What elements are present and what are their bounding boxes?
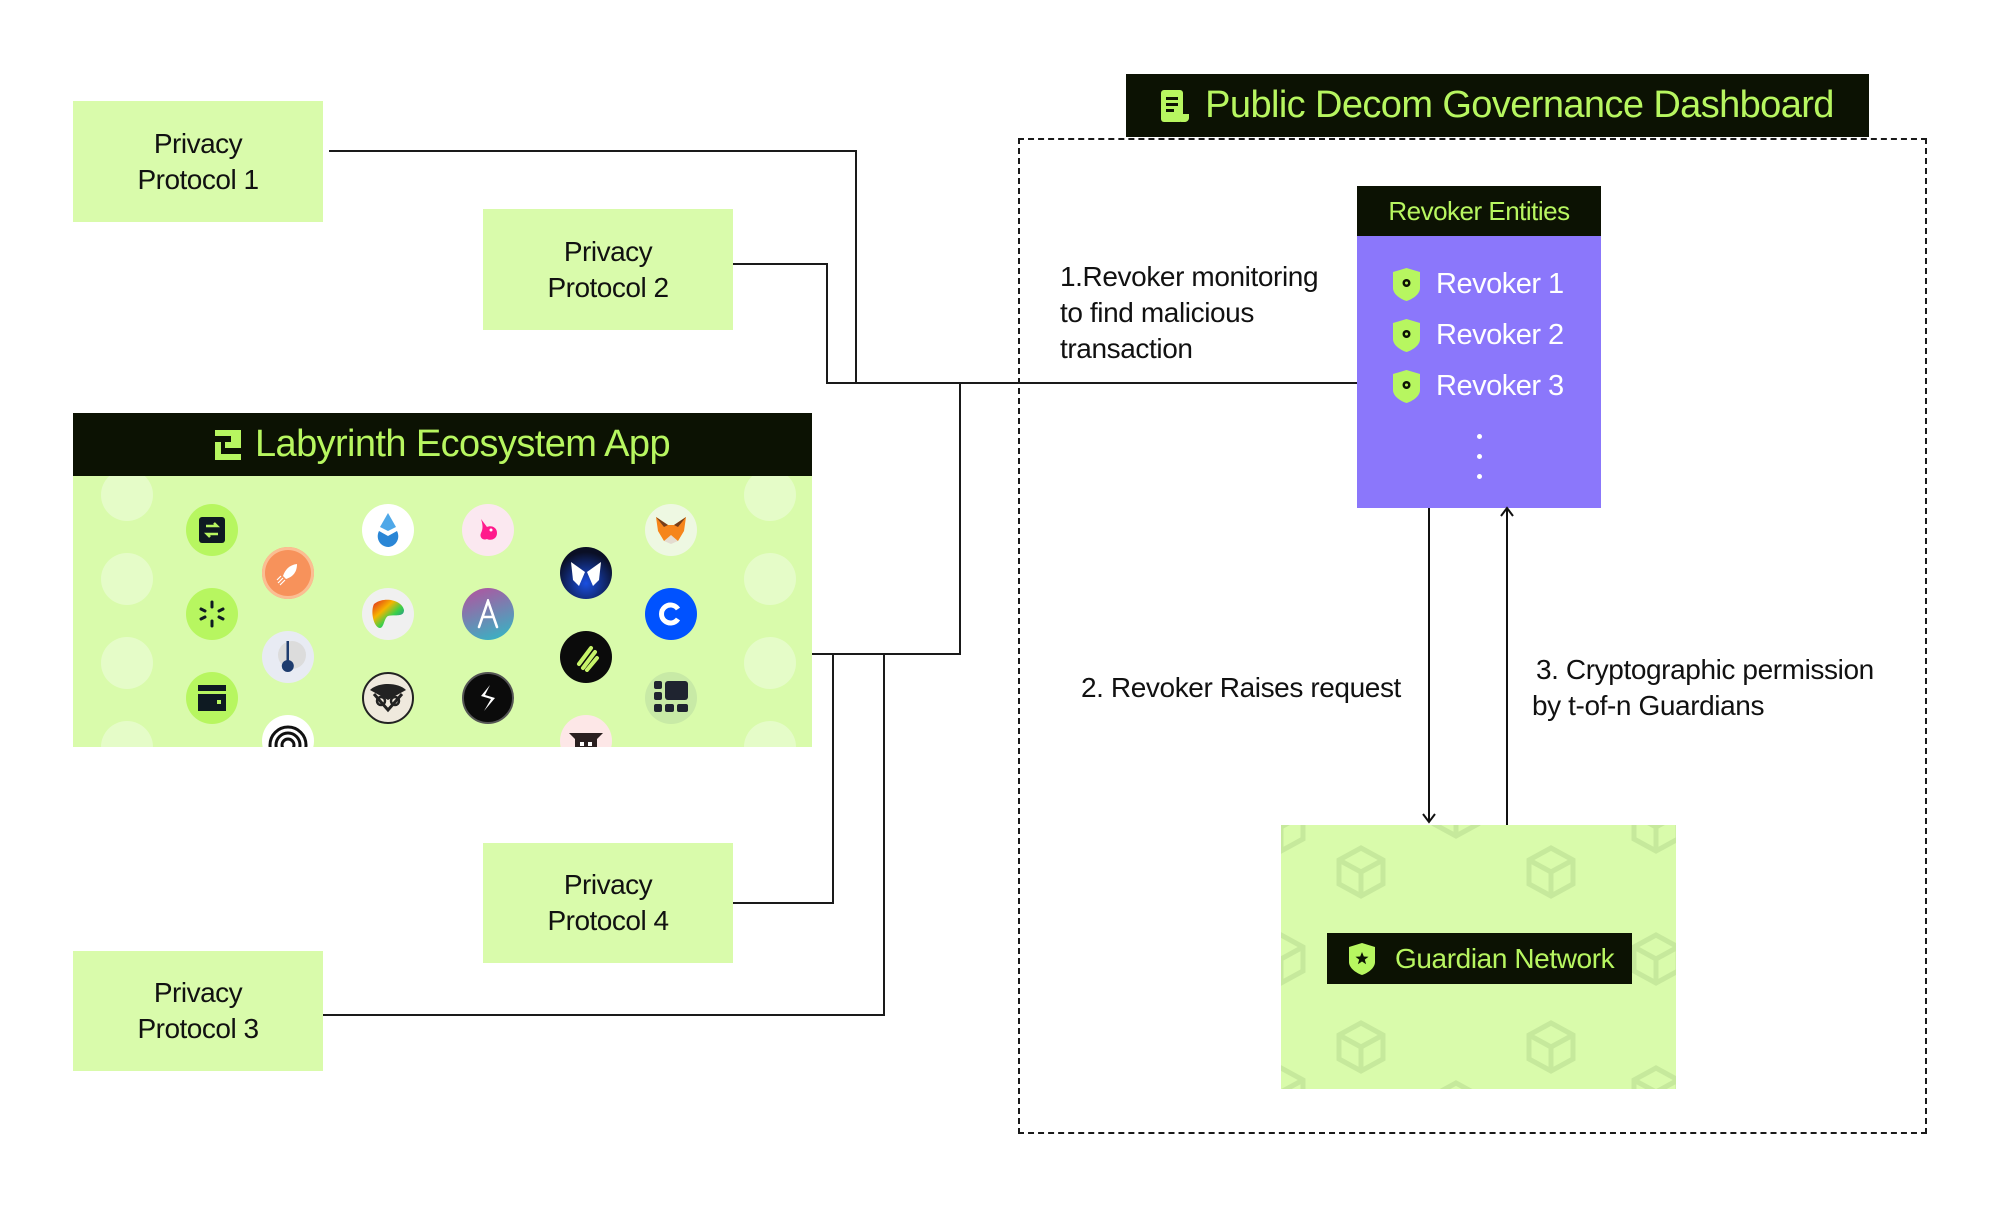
pp4-line1: Privacy xyxy=(563,869,653,900)
curve-icon[interactable] xyxy=(362,588,414,640)
connector-pp2-v xyxy=(826,263,828,384)
sparkle-icon[interactable] xyxy=(186,588,238,640)
aave-icon[interactable] xyxy=(462,588,514,640)
stack-icon[interactable] xyxy=(462,672,514,724)
document-icon xyxy=(1161,89,1190,122)
connector-pp3-h xyxy=(323,1014,885,1016)
bg-dot xyxy=(101,553,153,605)
guardian-title: Guardian Network xyxy=(1395,942,1615,974)
gnosis-owl-icon[interactable] xyxy=(362,672,414,724)
guardian-network: Guardian Network xyxy=(1281,825,1676,1089)
step1-label: 1.Revoker monitoring to find malicious t… xyxy=(1060,259,1319,367)
shield-eye-icon xyxy=(1393,318,1420,352)
grid-icon[interactable] xyxy=(645,672,697,724)
connector-pp3-v xyxy=(883,653,885,1016)
step1-line1: 1.Revoker monitoring xyxy=(1060,261,1319,292)
permission-arrow xyxy=(1500,506,1514,826)
revoker-item-3[interactable]: Revoker 3 xyxy=(1393,368,1564,404)
bg-dot xyxy=(744,721,796,747)
revoker-entities-title: Revoker Entities xyxy=(1388,195,1570,226)
butterfly-icon[interactable] xyxy=(560,547,612,599)
privacy-protocol-2: Privacy Protocol 2 xyxy=(483,209,733,330)
uniswap-icon[interactable] xyxy=(462,504,514,556)
connector-pp4-v xyxy=(832,653,834,904)
connector-pp4-h xyxy=(733,902,834,904)
bg-dot xyxy=(101,721,153,747)
pp3-line1: Privacy xyxy=(153,977,243,1008)
connector-pp2-h xyxy=(733,263,828,265)
step3-line2: by t-of-n Guardians xyxy=(1532,690,1765,721)
connector-labyrinth-v xyxy=(959,382,961,655)
bg-dot xyxy=(101,637,153,689)
bg-dot xyxy=(744,637,796,689)
step3-label: 3. Cryptographic permission by t-of-n Gu… xyxy=(1532,652,1874,724)
revoker-item-1[interactable]: Revoker 1 xyxy=(1393,266,1564,302)
dashboard-title-bar: Public Decom Governance Dashboard xyxy=(1126,74,1869,137)
revoker-label: Revoker 1 xyxy=(1436,267,1564,300)
swap-icon[interactable] xyxy=(186,504,238,556)
shield-eye-icon xyxy=(1393,267,1420,301)
labyrinth-header: Labyrinth Ecosystem App xyxy=(73,413,812,476)
privacy-protocol-4: Privacy Protocol 4 xyxy=(483,843,733,963)
bot-icon[interactable] xyxy=(560,715,612,747)
lido-icon[interactable] xyxy=(362,504,414,556)
step2-label: 2. Revoker Raises request xyxy=(1081,672,1401,703)
pp4-line2: Protocol 4 xyxy=(547,905,669,936)
connector-pp1-h xyxy=(329,150,857,152)
coinbase-icon[interactable] xyxy=(645,588,697,640)
pp2-line1: Privacy xyxy=(563,235,653,267)
bg-dot xyxy=(744,469,796,521)
pp2-line2: Protocol 2 xyxy=(547,271,669,303)
pp1-line1: Privacy xyxy=(153,127,243,159)
bg-dot xyxy=(744,553,796,605)
step1-line3: transaction xyxy=(1060,333,1193,364)
connector-labyrinth-h xyxy=(812,653,961,655)
wallet-icon[interactable] xyxy=(186,672,238,724)
revoker-label: Revoker 2 xyxy=(1436,318,1564,351)
guardian-network-label[interactable]: Guardian Network xyxy=(1327,933,1632,984)
shield-star-icon xyxy=(1349,942,1375,975)
revoker-item-2[interactable]: Revoker 2 xyxy=(1393,317,1564,353)
pp1-line2: Protocol 1 xyxy=(137,163,259,195)
ethena-icon[interactable] xyxy=(560,631,612,683)
pp3-line2: Protocol 3 xyxy=(137,1013,259,1044)
privacy-protocol-3: Privacy Protocol 3 xyxy=(73,951,323,1071)
connector-pp1-v xyxy=(855,150,857,384)
dashboard-title: Public Decom Governance Dashboard xyxy=(1205,84,1834,126)
shield-eye-icon xyxy=(1393,369,1420,403)
revoker-entities-list: Revoker 1 Revoker 2 Revoker 3 xyxy=(1357,236,1601,508)
metamask-icon[interactable] xyxy=(645,504,697,556)
rocket-icon[interactable] xyxy=(262,547,314,599)
step3-line1: 3. Cryptographic permission xyxy=(1536,654,1874,685)
labyrinth-title: Labyrinth Ecosystem App xyxy=(255,423,671,465)
bg-dot xyxy=(101,469,153,521)
spiral-icon[interactable] xyxy=(262,715,314,747)
revoker-entities-header: Revoker Entities xyxy=(1357,186,1601,236)
pendulum-icon[interactable] xyxy=(262,631,314,683)
privacy-protocol-1: Privacy Protocol 1 xyxy=(73,101,323,222)
step1-line2: to find malicious xyxy=(1060,297,1254,328)
labyrinth-logo-icon xyxy=(215,429,241,460)
revoker-label: Revoker 3 xyxy=(1436,369,1564,402)
request-arrow xyxy=(1422,508,1436,824)
labyrinth-ecosystem-app: Labyrinth Ecosystem App xyxy=(73,413,812,747)
